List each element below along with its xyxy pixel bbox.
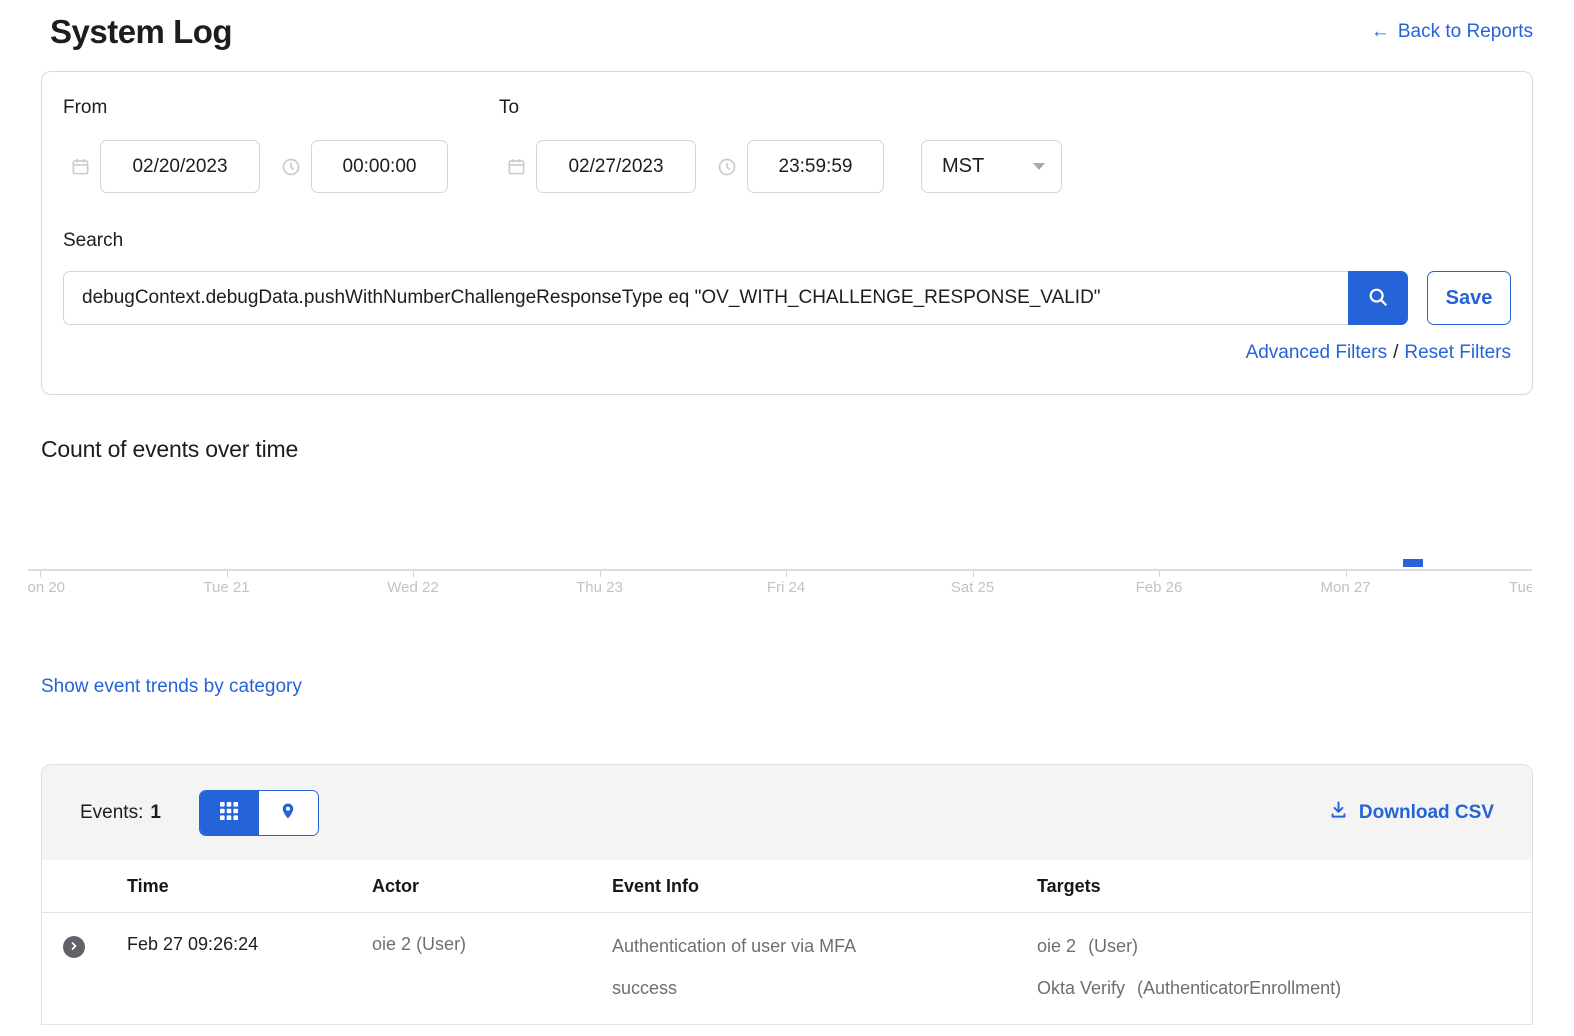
target-line: Okta Verify (AuthenticatorEnrollment) (1037, 976, 1532, 1000)
time-column-header: Time (127, 860, 372, 913)
axis-tick-label: Wed 22 (387, 579, 438, 596)
reset-filters-link[interactable]: Reset Filters (1404, 342, 1511, 363)
axis-tick (413, 571, 414, 577)
download-csv-label: Download CSV (1359, 802, 1494, 824)
axis-tick (1346, 571, 1347, 577)
event-info-column-header: Event Info (612, 860, 1037, 913)
event-actor: oie 2 (User) (372, 913, 612, 1025)
back-to-reports-link[interactable]: ← Back to Reports (1371, 21, 1533, 43)
axis-tick (973, 571, 974, 577)
axis-tick-label: Tue 28 (1509, 579, 1532, 596)
filter-links: Advanced Filters/ Reset Filters (63, 342, 1511, 364)
chevron-down-icon (1033, 163, 1045, 170)
download-icon (1329, 800, 1348, 825)
axis-tick (600, 571, 601, 577)
axis-tick-label: Mon 27 (1320, 579, 1370, 596)
event-info-line-1: Authentication of user via MFA (612, 934, 1037, 958)
grid-icon (219, 801, 239, 824)
from-date-input[interactable] (100, 140, 260, 193)
actor-column-header: Actor (372, 860, 612, 913)
target-name: oie 2 (1037, 936, 1076, 956)
page-title: System Log (50, 13, 232, 50)
axis-tick (786, 571, 787, 577)
search-row: Save (63, 271, 1511, 325)
target-line: oie 2 (User) (1037, 934, 1532, 958)
axis-tick-label: Fri 24 (767, 579, 805, 596)
timezone-value: MST (942, 155, 984, 178)
axis-tick-label: Tue 21 (203, 579, 249, 596)
events-table-header-row: Time Actor Event Info Targets (42, 860, 1532, 913)
search-label: Search (63, 230, 1511, 252)
clock-icon (281, 157, 301, 177)
table-row: Feb 27 09:26:24 oie 2 (User) Authenticat… (42, 913, 1532, 1025)
events-count-label: Events: (80, 802, 143, 824)
clock-icon (717, 157, 737, 177)
to-label: To (499, 97, 884, 119)
location-pin-icon (279, 801, 297, 824)
events-table: Time Actor Event Info Targets Feb (42, 860, 1532, 1025)
target-type: (User) (1088, 936, 1138, 956)
search-icon (1367, 286, 1389, 311)
event-info: Authentication of user via MFA success (612, 913, 1037, 1025)
timezone-select[interactable]: MST (921, 140, 1062, 193)
target-type: (AuthenticatorEnrollment) (1137, 978, 1341, 998)
axis-tick-label: Thu 23 (576, 579, 623, 596)
event-targets: oie 2 (User) Okta Verify (AuthenticatorE… (1037, 913, 1532, 1025)
event-count-bar[interactable] (1403, 559, 1423, 567)
page-header: System Log ← Back to Reports (41, 0, 1533, 50)
chart-x-axis-line (28, 569, 1532, 571)
system-log-page: System Log ← Back to Reports From (0, 0, 1574, 1025)
axis-tick-label: Sat 25 (951, 579, 994, 596)
events-toolbar: Events: 1 Download CS (42, 765, 1532, 860)
from-time-input[interactable] (311, 140, 448, 193)
target-name: Okta Verify (1037, 978, 1125, 998)
calendar-icon (507, 157, 526, 176)
chart-heading: Count of events over time (41, 436, 1533, 463)
axis-tick-label: Mon 20 (28, 579, 65, 596)
expander-column-header (42, 860, 127, 913)
links-separator: / (1393, 342, 1398, 363)
search-input[interactable] (63, 271, 1348, 325)
calendar-icon (71, 157, 90, 176)
back-arrow-icon: ← (1371, 21, 1390, 43)
event-info-line-2: success (612, 976, 1037, 1000)
search-button[interactable] (1348, 271, 1408, 325)
axis-tick (227, 571, 228, 577)
filter-card: From To (41, 71, 1533, 395)
show-event-trends-link[interactable]: Show event trends by category (41, 676, 302, 698)
targets-column-header: Targets (1037, 860, 1532, 913)
back-to-reports-label: Back to Reports (1398, 21, 1533, 43)
table-view-button[interactable] (200, 791, 259, 835)
to-time-input[interactable] (747, 140, 884, 193)
advanced-filters-link[interactable]: Advanced Filters (1246, 342, 1388, 363)
actor-type: (User) (416, 934, 466, 954)
events-card: Events: 1 Download CS (41, 764, 1533, 1025)
datetime-filter-row: From To (63, 97, 1511, 193)
from-label: From (63, 97, 491, 119)
events-count-value: 1 (150, 802, 161, 824)
to-date-input[interactable] (536, 140, 696, 193)
map-view-button[interactable] (259, 791, 318, 835)
events-count: Events: 1 (80, 802, 161, 824)
expand-row-button[interactable] (63, 936, 85, 958)
axis-tick (1159, 571, 1160, 577)
events-over-time-chart: Mon 20 Tue 21 Wed 22 Thu 23 Fri 24 Sat 25 Feb … (28, 468, 1532, 600)
from-group: From (63, 97, 491, 193)
view-toggle (199, 790, 319, 836)
actor-name: oie 2 (372, 934, 411, 954)
to-group: To (499, 97, 884, 193)
axis-tick (40, 571, 41, 577)
event-time: Feb 27 09:26:24 (127, 913, 372, 1025)
axis-tick-label: Feb 26 (1136, 579, 1183, 596)
chevron-right-icon (68, 940, 80, 955)
save-button[interactable]: Save (1427, 271, 1511, 325)
download-csv-link[interactable]: Download CSV (1329, 800, 1494, 825)
